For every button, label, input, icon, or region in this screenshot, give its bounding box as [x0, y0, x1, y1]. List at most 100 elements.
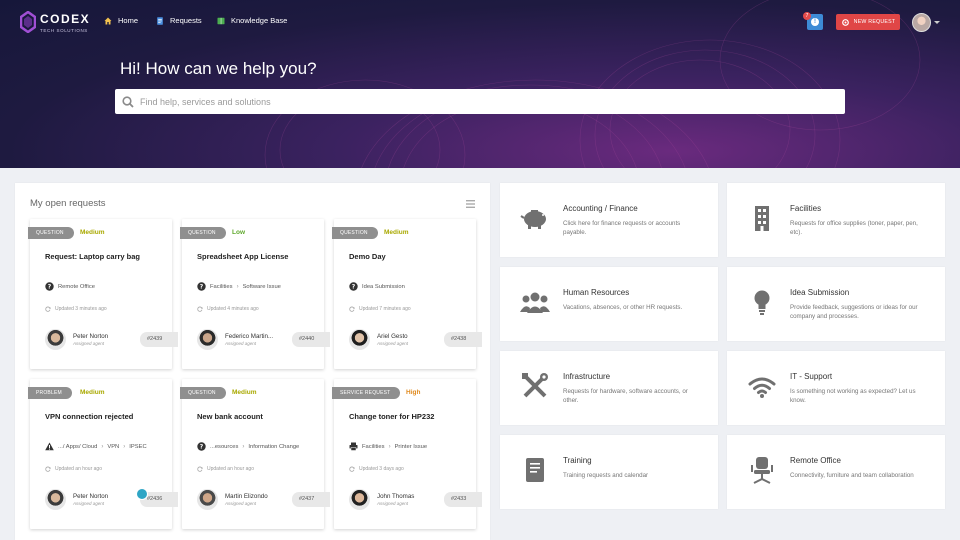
- assigned-agent[interactable]: Federico Martin... Assigned agent: [197, 329, 273, 350]
- request-card[interactable]: QUESTION Medium Request: Laptop carry bag?…: [28, 219, 178, 369]
- service-description: Training requests and calendar: [563, 472, 649, 479]
- request-title[interactable]: Demo Day: [349, 252, 386, 261]
- service-title: Facilities: [790, 204, 822, 213]
- category-crumb: ...esources: [210, 443, 239, 450]
- service-tile-training[interactable]: Training Training requests and calendar: [500, 435, 718, 509]
- service-tile-remote-office[interactable]: Remote Office Connectivity, furniture and…: [727, 435, 945, 509]
- agent-status-icon: [136, 488, 148, 500]
- priority-label: Medium: [232, 389, 257, 396]
- request-card[interactable]: QUESTION Medium New bank account? ...esourc…: [180, 379, 330, 529]
- request-type-tag: SERVICE REQUEST: [332, 387, 401, 399]
- logo-mark-icon: [20, 10, 36, 33]
- hero-banner: CODEX TECH SOLUTIONS Home Requests Knowl…: [0, 0, 960, 168]
- assigned-agent[interactable]: Peter Norton Assigned agent: [45, 489, 108, 510]
- agent-info: John Thomas Assigned agent: [377, 493, 414, 506]
- agent-info: Ariel Gesto Assigned agent: [377, 333, 408, 346]
- list-view-icon[interactable]: [466, 200, 475, 208]
- service-tile-facilities[interactable]: Facilities Requests for office supplies (…: [727, 183, 945, 257]
- chair-icon: [751, 457, 773, 484]
- request-card[interactable]: QUESTION Low Spreadsheet App License? Facil…: [180, 219, 330, 369]
- nav-home-label: Home: [118, 16, 139, 25]
- updated-timestamp: Updated 4 minutes ago: [197, 306, 259, 312]
- request-title[interactable]: VPN connection rejected: [45, 412, 133, 421]
- breadcrumb-separator: ›: [123, 443, 126, 450]
- request-title[interactable]: Request: Laptop carry bag: [45, 252, 140, 261]
- request-category: .../ Apps/ Cloud › VPN › IPSEC: [45, 442, 147, 451]
- refresh-icon: [45, 306, 51, 312]
- logo-tagline: TECH SOLUTIONS: [40, 28, 88, 33]
- nav-home[interactable]: Home: [104, 16, 138, 25]
- book-icon: [526, 458, 544, 482]
- chevron-down-icon[interactable]: [934, 21, 940, 24]
- agent-info: Federico Martin... Assigned agent: [225, 333, 273, 346]
- service-tile-idea-submission[interactable]: Idea Submission Provide feedback, suggest…: [727, 267, 945, 341]
- question-icon: ?: [197, 442, 206, 451]
- breadcrumb-separator: ›: [388, 443, 391, 450]
- search-input[interactable]: [140, 96, 820, 107]
- piggy-bank-icon: [520, 210, 546, 229]
- assigned-agent[interactable]: Ariel Gesto Assigned agent: [349, 329, 408, 350]
- priority-label: Medium: [384, 229, 409, 236]
- svg-text:?: ?: [48, 284, 52, 291]
- logo-name: CODEX: [40, 12, 91, 26]
- question-icon: ?: [45, 282, 54, 291]
- updated-timestamp: Updated an hour ago: [45, 466, 102, 472]
- service-title: Training: [563, 456, 592, 465]
- nav-requests[interactable]: Requests: [156, 16, 202, 25]
- ticket-number: #2438: [444, 332, 482, 347]
- request-category: ? Idea Submission: [349, 282, 405, 291]
- wifi-icon: [748, 377, 776, 398]
- assigned-agent[interactable]: Peter Norton Assigned agent: [45, 329, 108, 350]
- user-avatar[interactable]: [912, 13, 931, 32]
- nav-knowledge-base[interactable]: Knowledge Base: [217, 16, 287, 25]
- request-type-tag: QUESTION: [180, 227, 226, 239]
- lifebuoy-icon: [841, 18, 849, 26]
- service-title: Infrastructure: [563, 372, 611, 381]
- request-type-tag: QUESTION: [332, 227, 378, 239]
- service-title: Idea Submission: [790, 288, 850, 297]
- ticket-number: #2437: [292, 492, 330, 507]
- priority-label: High: [406, 389, 421, 396]
- agent-name: Peter Norton: [73, 333, 109, 340]
- new-request-label: NEW REQUEST: [853, 19, 896, 25]
- request-card[interactable]: PROBLEM Medium VPN connection rejected .../…: [28, 379, 178, 529]
- assigned-agent[interactable]: John Thomas Assigned agent: [349, 489, 414, 510]
- alert-icon: !: [811, 18, 819, 26]
- lightbulb-icon: [754, 290, 770, 315]
- agent-role: Assigned agent: [225, 501, 257, 506]
- category-crumb: IPSEC: [129, 443, 147, 450]
- updated-text: Updated 7 minutes ago: [359, 306, 411, 312]
- request-title[interactable]: Spreadsheet App License: [197, 252, 288, 261]
- request-title[interactable]: New bank account: [197, 412, 263, 421]
- service-tile-it-support[interactable]: IT - Support Is something not working as …: [727, 351, 945, 425]
- agent-role: Assigned agent: [377, 341, 409, 346]
- service-tile-human-resources[interactable]: Human Resources Vacations, absences, or o…: [500, 267, 718, 341]
- svg-text:?: ?: [200, 444, 204, 451]
- new-request-button[interactable]: NEW REQUEST: [836, 14, 900, 30]
- agent-name: John Thomas: [377, 493, 415, 500]
- service-title: IT - Support: [790, 372, 833, 381]
- breadcrumb-separator: ›: [236, 283, 239, 290]
- agent-name: Federico Martin...: [225, 333, 274, 340]
- priority-label: Medium: [80, 229, 105, 236]
- request-title[interactable]: Change toner for HP232: [349, 412, 434, 421]
- company-logo[interactable]: CODEX TECH SOLUTIONS: [20, 10, 90, 33]
- service-description: Requests for office supplies (toner, pap…: [790, 220, 918, 236]
- refresh-icon: [45, 466, 51, 472]
- building-icon: [755, 206, 769, 231]
- request-type-tag: PROBLEM: [28, 387, 72, 399]
- svg-text:?: ?: [352, 284, 356, 291]
- service-tile-accounting-finance[interactable]: Accounting / Finance Click here for finan…: [500, 183, 718, 257]
- request-card[interactable]: SERVICE REQUEST High Change toner for HP23…: [332, 379, 482, 529]
- updated-timestamp: Updated 3 minutes ago: [45, 306, 107, 312]
- updated-text: Updated 4 minutes ago: [207, 306, 259, 312]
- home-icon: [104, 17, 112, 24]
- nav-requests-label: Requests: [170, 16, 202, 25]
- request-card[interactable]: QUESTION Medium Demo Day ? Idea Submission Up…: [332, 219, 482, 369]
- service-tile-infrastructure[interactable]: Infrastructure Requests for hardware, sof…: [500, 351, 718, 425]
- assigned-agent[interactable]: Martin Elizondo Assigned agent: [197, 489, 268, 510]
- request-category: ? Facilities › Software Issue: [197, 282, 281, 291]
- agent-role: Assigned agent: [73, 501, 105, 506]
- service-description: Requests for hardware, software accounts…: [563, 388, 688, 404]
- search-bar[interactable]: [115, 89, 845, 114]
